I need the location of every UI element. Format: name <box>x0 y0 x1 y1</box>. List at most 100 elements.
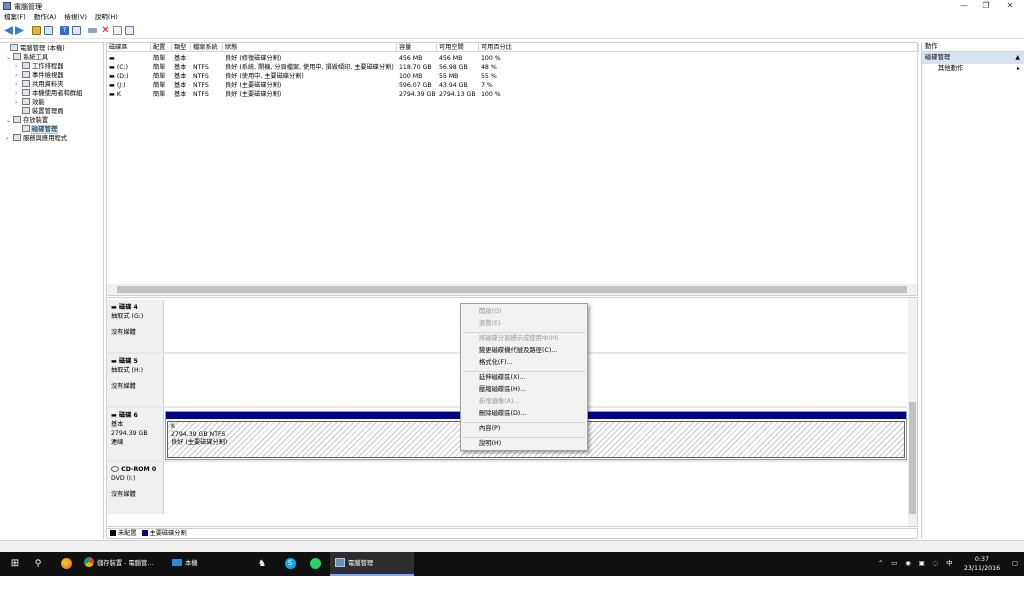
disk-label[interactable]: ▬ 磁碟 6 基本 2794.39 GB 連線 <box>107 408 164 460</box>
scroll-thumb[interactable] <box>117 286 907 293</box>
delete-icon[interactable]: ✕ <box>101 26 110 36</box>
table-cell: 2794.39 GB <box>399 91 436 98</box>
table-cell: 596.07 GB <box>399 82 432 89</box>
tree-item-local-users[interactable]: › 本機使用者和群組 <box>15 89 82 98</box>
show-pane-icon[interactable] <box>72 26 81 35</box>
unallocated-swatch <box>110 530 116 536</box>
tree-item-computer-management[interactable]: 電腦管理 (本機) <box>3 44 65 53</box>
toolbar: ? ✕ <box>0 23 1024 39</box>
table-cell: 100 MB <box>399 73 423 80</box>
table-cell: 基本 <box>174 55 187 62</box>
title-bar: 電腦管理 — ❐ ✕ <box>0 0 1024 12</box>
back-icon[interactable] <box>4 26 13 35</box>
table-cell: 簡單 <box>153 82 166 89</box>
table-cell <box>191 54 193 63</box>
column-header-capacity[interactable]: 容量 <box>397 43 437 52</box>
tree-item-system-tools[interactable]: ⌄ 系統工具 <box>6 53 48 62</box>
tree-item-task-scheduler[interactable]: › 工作排程器 <box>15 62 63 71</box>
table-cell: NTFS <box>193 73 209 80</box>
column-header-layout[interactable]: 配置 <box>151 43 172 52</box>
tree-item-device-manager[interactable]: 裝置管理員 <box>15 107 63 116</box>
disk-label[interactable]: CD-ROM 0 DVD (I:) 沒有媒體 <box>107 462 164 514</box>
table-cell: 良好 (使用中, 主要磁碟分割) <box>225 73 304 80</box>
shield-icon[interactable]: ♞ <box>254 552 270 576</box>
menu-file[interactable]: 檔案(F) <box>0 12 30 23</box>
column-header-status[interactable]: 狀態 <box>223 43 397 52</box>
table-cell: 簡單 <box>153 55 166 62</box>
taskbar-app-explorer[interactable]: 本機 <box>166 552 246 576</box>
show-tree-icon[interactable] <box>44 26 53 35</box>
scroll-thumb[interactable] <box>909 402 916 514</box>
table-cell: 良好 (主要磁碟分割) <box>225 91 282 98</box>
context-menu-item[interactable]: 延伸磁碟區(X)... <box>479 373 526 382</box>
tree-item-shared-folders[interactable]: › 共用資料夾 <box>15 80 63 89</box>
context-menu-item[interactable]: 內容(P) <box>479 424 500 433</box>
tools-icon <box>13 53 21 60</box>
volume-row-name[interactable]: ▬ (D:) <box>107 72 129 81</box>
context-menu-item[interactable]: 新增鏡像(A)... <box>479 397 519 406</box>
forward-icon[interactable] <box>15 26 24 35</box>
column-header-filesystem[interactable]: 檔案系統 <box>191 43 223 52</box>
context-menu-item[interactable]: 瀏覽(E) <box>479 319 501 328</box>
menu-help[interactable]: 說明(H) <box>91 12 122 23</box>
clock-icon <box>22 62 30 69</box>
actions-pane: 動作 磁碟管理 ▲ 其他動作 ▸ <box>921 42 1024 539</box>
tree-item-disk-management[interactable]: 磁碟管理 <box>15 125 59 134</box>
tree-item-storage[interactable]: ⌄ 存放裝置 <box>6 116 48 125</box>
menu-action[interactable]: 動作(A) <box>30 12 61 23</box>
volume-row-name[interactable]: ▬ (J:) <box>107 81 126 90</box>
disk-label[interactable]: ▬ 磁碟 5 抽取式 (H:) 沒有媒體 <box>107 354 164 406</box>
context-menu-item[interactable]: 變更磁碟機代號及路徑(C)... <box>479 346 557 355</box>
tree-item-performance[interactable]: › 效能 <box>15 98 45 107</box>
window-title: 電腦管理 <box>14 3 42 11</box>
firefox-icon[interactable] <box>58 552 74 576</box>
close-button[interactable]: ✕ <box>996 0 1024 12</box>
notification-icon[interactable]: ▢ <box>1008 552 1022 576</box>
table-cell: 簡單 <box>153 64 166 71</box>
clock[interactable]: 0:37 23/11/2016 <box>960 552 1004 576</box>
actions-more-actions[interactable]: 其他動作 ▸ <box>922 64 1024 74</box>
skype-icon[interactable]: S <box>282 552 298 576</box>
context-menu-item[interactable]: 開啟(O) <box>479 307 501 316</box>
column-header-percent-free[interactable]: 可用百分比 <box>479 43 919 52</box>
actions-group-disk-management[interactable]: 磁碟管理 ▲ <box>922 52 1024 64</box>
collapse-up-icon[interactable]: ▲ <box>1015 52 1020 64</box>
taskbar-app-chrome[interactable]: 儲存裝置 - 電腦管... <box>82 552 159 576</box>
context-menu-item[interactable]: 將磁碟分割標示成使用中(M) <box>479 334 559 343</box>
disk-row[interactable]: CD-ROM 0 DVD (I:) 沒有媒體 <box>107 462 907 514</box>
whatsapp-icon[interactable] <box>307 552 323 576</box>
vertical-scrollbar[interactable] <box>908 298 917 526</box>
horizontal-scrollbar[interactable] <box>107 284 917 295</box>
volume-row-name[interactable]: ▬ K <box>107 90 121 99</box>
help-icon[interactable]: ? <box>60 26 69 35</box>
file-explorer-icon <box>172 559 182 566</box>
taskbar-app-computer-management[interactable]: 電腦管理 <box>330 552 414 576</box>
table-cell: 基本 <box>174 73 187 80</box>
tree-item-services-apps[interactable]: › 服務與應用程式 <box>6 134 67 143</box>
start-button[interactable]: ⊞ <box>6 552 24 576</box>
table-cell: NTFS <box>193 91 209 98</box>
volume-row-name[interactable]: ▬ <box>107 54 115 63</box>
volume-row-name[interactable]: ▬ (C:) <box>107 63 128 72</box>
properties-icon[interactable] <box>125 26 134 35</box>
disk-label[interactable]: ▬ 磁碟 4 抽取式 (G:) 沒有媒體 <box>107 300 164 352</box>
check-icon[interactable] <box>113 26 122 35</box>
menu-view[interactable]: 檢視(V) <box>60 12 91 23</box>
column-header-type[interactable]: 類型 <box>172 43 191 52</box>
volume-list: 磁碟區 配置 類型 檔案系統 狀態 容量 可用空間 可用百分比 ▬ 簡單 基本 良好 … <box>106 42 919 296</box>
search-icon[interactable]: ⚲ <box>30 552 46 576</box>
context-menu-item[interactable]: 壓縮磁碟區(H)... <box>479 385 526 394</box>
menu-separator <box>463 332 585 333</box>
context-menu-item[interactable]: 刪除磁碟區(D)... <box>479 409 526 418</box>
menu-separator <box>463 371 585 372</box>
context-menu-item[interactable]: 格式化(F)... <box>479 358 512 367</box>
context-menu-item[interactable]: 說明(H) <box>479 439 501 448</box>
tree-item-event-viewer[interactable]: › 事件檢視器 <box>15 71 63 80</box>
up-folder-icon[interactable] <box>32 26 41 35</box>
column-header-free-space[interactable]: 可用空間 <box>437 43 479 52</box>
connect-icon[interactable] <box>88 28 97 33</box>
system-tray-icons[interactable]: ⌃ ▭ ◉ ▣ ◌ 中 ▤ <box>878 552 958 591</box>
table-cell: 55 % <box>481 73 497 80</box>
column-header-volume[interactable]: 磁碟區 <box>107 43 151 52</box>
table-cell: 456 MB <box>399 55 423 62</box>
